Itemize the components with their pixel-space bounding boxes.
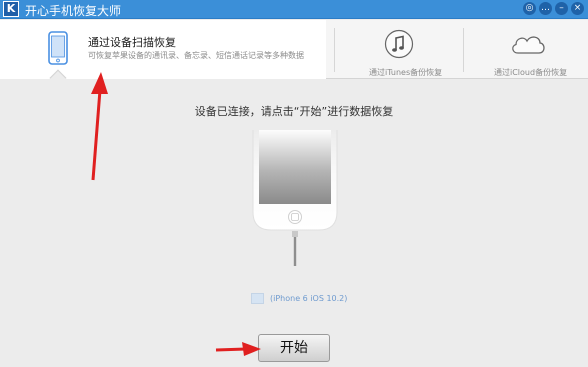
tab-device-scan-title: 通过设备扫描恢复 [88, 36, 176, 49]
annotation-arrow-right-icon [215, 342, 261, 356]
title-bar: K 开心手机恢复大师 ◎ … – × [0, 0, 588, 19]
tab-itunes[interactable]: 通过iTunes备份恢复 [335, 20, 463, 79]
app-title: 开心手机恢复大师 [25, 4, 122, 18]
feedback-icon[interactable]: … [539, 2, 552, 15]
tab-device-scan-description: 可恢复苹果设备的通讯录、备忘录、短信通话记录等多种数据 [88, 51, 304, 60]
iphone-illustration [252, 130, 338, 266]
music-note-icon [384, 29, 414, 59]
start-button[interactable]: 开始 [258, 334, 330, 362]
cloud-icon [512, 36, 545, 54]
device-info: (iPhone 6 iOS 10.2) [251, 293, 347, 304]
close-icon[interactable]: × [571, 2, 584, 15]
annotation-arrow-up-icon [91, 72, 108, 181]
tab-icloud-label: 通过iCloud备份恢复 [494, 68, 568, 77]
device-thumbnail-icon [251, 293, 264, 304]
phone-icon [48, 31, 68, 65]
tab-itunes-label: 通过iTunes备份恢复 [369, 68, 443, 77]
window-controls: ◎ … – × [523, 2, 584, 15]
wechat-icon[interactable]: ◎ [523, 2, 536, 15]
tab-device-scan[interactable]: 通过设备扫描恢复 可恢复苹果设备的通讯录、备忘录、短信通话记录等多种数据 [0, 20, 326, 79]
minimize-icon[interactable]: – [555, 2, 568, 15]
tab-icloud[interactable]: 通过iCloud备份恢复 [464, 20, 588, 79]
device-name: (iPhone 6 iOS 10.2) [270, 294, 348, 303]
app-logo: K [3, 1, 19, 17]
